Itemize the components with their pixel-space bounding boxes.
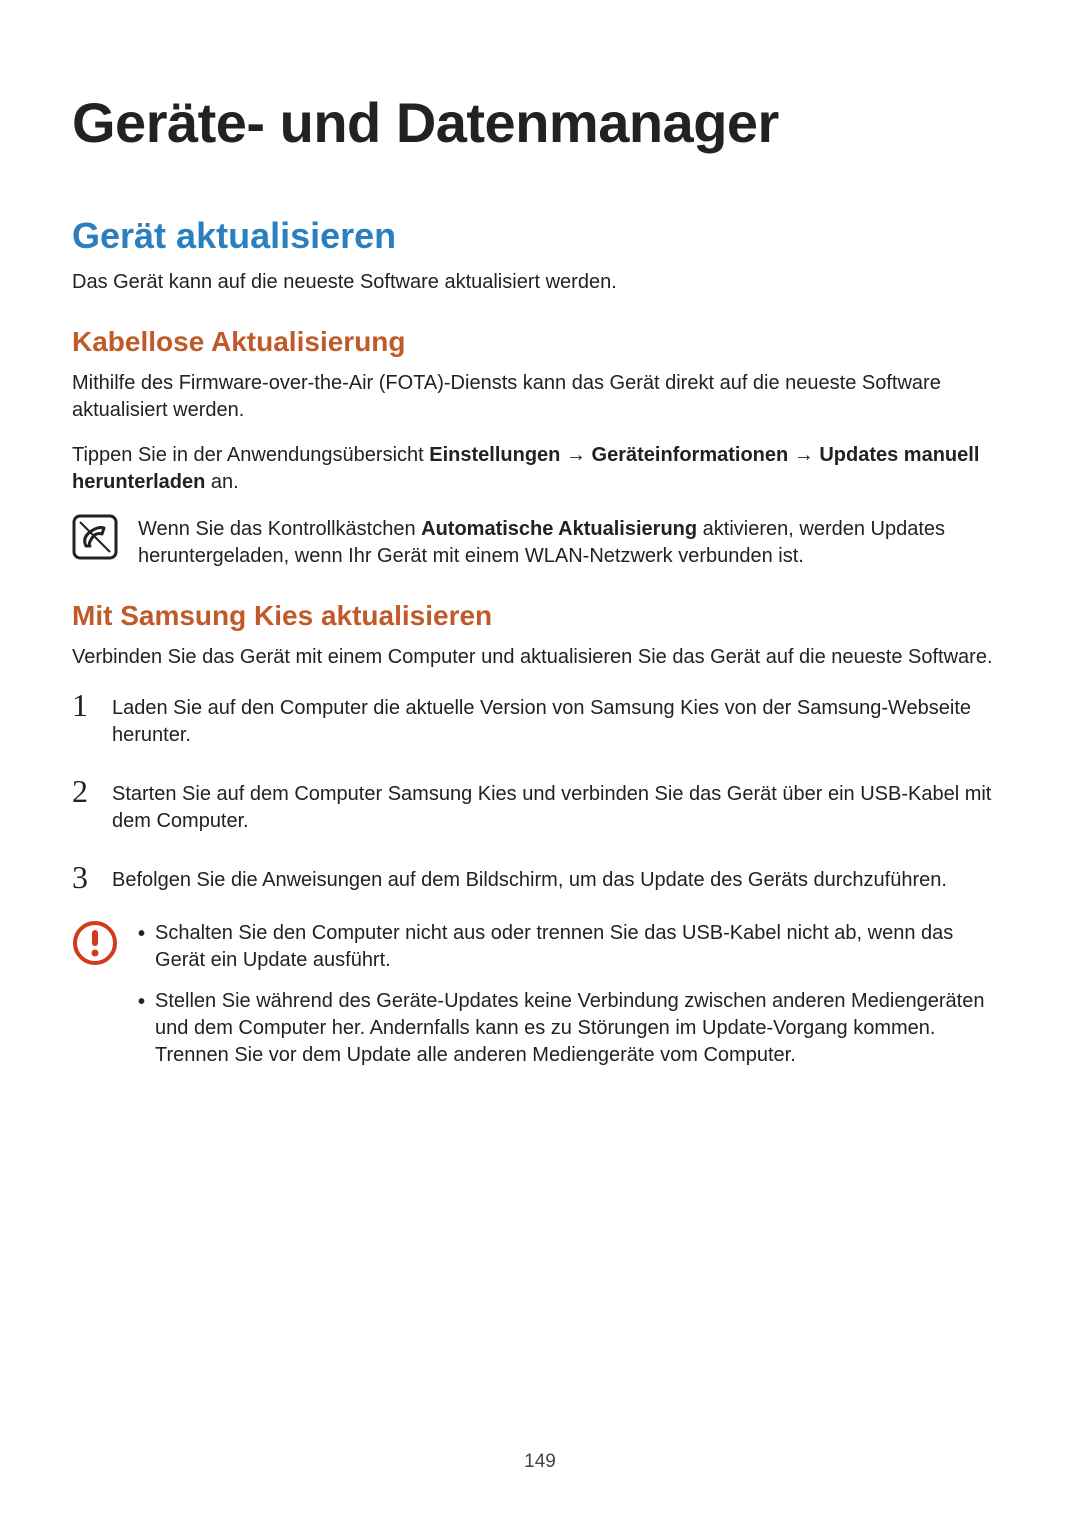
step-number: 3 <box>72 861 94 893</box>
wireless-update-desc: Mithilfe des Firmware-over-the-Air (FOTA… <box>72 370 1008 424</box>
subheading-kies-update: Mit Samsung Kies aktualisieren <box>72 600 1008 632</box>
page-title: Geräte- und Datenmanager <box>72 90 1008 155</box>
warning-list: • Schalten Sie den Computer nicht aus od… <box>138 920 1008 1083</box>
step-1: 1 Laden Sie auf den Computer die aktuell… <box>72 689 1008 749</box>
step-text: Laden Sie auf den Computer die aktuelle … <box>112 689 1008 749</box>
bullet-icon: • <box>138 920 145 974</box>
note-text: Wenn Sie das Kontrollkästchen Automatisc… <box>138 514 1008 570</box>
subheading-wireless-update: Kabellose Aktualisierung <box>72 326 1008 358</box>
warning-item-1: • Schalten Sie den Computer nicht aus od… <box>138 920 1008 974</box>
bullet-icon: • <box>138 988 145 1069</box>
warning-callout: • Schalten Sie den Computer nicht aus od… <box>72 920 1008 1083</box>
note-pre: Wenn Sie das Kontrollkästchen <box>138 518 421 540</box>
path-pre: Tippen Sie in der Anwendungsübersicht <box>72 444 429 466</box>
section-intro: Das Gerät kann auf die neueste Software … <box>72 269 1008 296</box>
step-text: Befolgen Sie die Anweisungen auf dem Bil… <box>112 861 1008 894</box>
step-text: Starten Sie auf dem Computer Samsung Kie… <box>112 775 1008 835</box>
warning-text: Schalten Sie den Computer nicht aus oder… <box>155 920 1008 974</box>
note-icon <box>72 514 118 560</box>
arrow-icon: → <box>560 444 591 466</box>
section-heading-update-device: Gerät aktualisieren <box>72 215 1008 257</box>
path-settings: Einstellungen <box>429 444 560 466</box>
path-post: an. <box>205 471 238 493</box>
page-number: 149 <box>0 1451 1080 1473</box>
wireless-update-path: Tippen Sie in der Anwendungsübersicht Ei… <box>72 442 1008 496</box>
step-3: 3 Befolgen Sie die Anweisungen auf dem B… <box>72 861 1008 894</box>
note-bold-auto-update: Automatische Aktualisierung <box>421 518 697 540</box>
arrow-icon: → <box>788 444 819 466</box>
path-device-info: Geräteinformationen <box>592 444 789 466</box>
warning-item-2: • Stellen Sie während des Geräte-Updates… <box>138 988 1008 1069</box>
steps-list: 1 Laden Sie auf den Computer die aktuell… <box>72 689 1008 894</box>
note-callout: Wenn Sie das Kontrollkästchen Automatisc… <box>72 514 1008 570</box>
step-number: 1 <box>72 689 94 721</box>
warning-icon <box>72 920 118 966</box>
kies-intro: Verbinden Sie das Gerät mit einem Comput… <box>72 644 1008 671</box>
step-number: 2 <box>72 775 94 807</box>
warning-text: Stellen Sie während des Geräte-Updates k… <box>155 988 1008 1069</box>
step-2: 2 Starten Sie auf dem Computer Samsung K… <box>72 775 1008 835</box>
manual-page: Geräte- und Datenmanager Gerät aktualisi… <box>0 0 1080 1143</box>
